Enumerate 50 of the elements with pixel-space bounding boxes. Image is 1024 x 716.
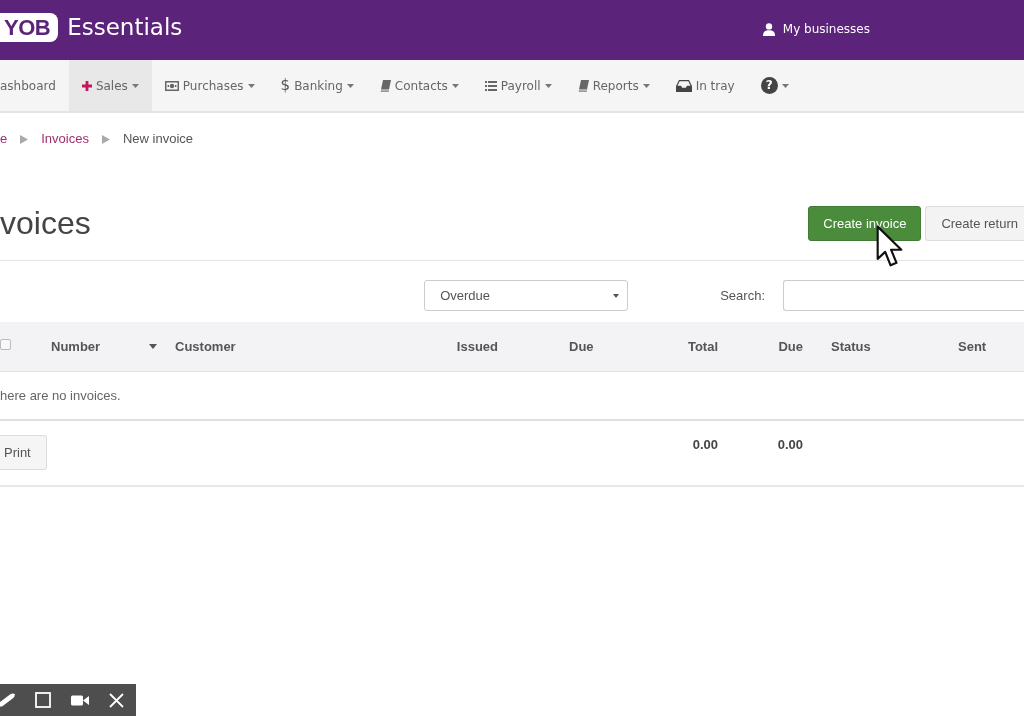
product-name: Essentials: [67, 14, 183, 40]
nav-menu-item[interactable]: Payroll: [471, 60, 565, 111]
search-field[interactable]: [783, 280, 1024, 311]
breadcrumb-link[interactable]: Invoices: [41, 131, 89, 147]
column-header[interactable]: Due: [778, 339, 803, 354]
book-icon: [379, 79, 391, 92]
action-button[interactable]: Create return: [925, 205, 1024, 241]
total-amount: 0.00: [777, 437, 803, 453]
column-header[interactable]: Customer: [175, 339, 236, 354]
select-all-checkbox[interactable]: [0, 339, 11, 350]
nav-menu-item[interactable]: Reports: [564, 60, 663, 111]
column-header[interactable]: Status: [831, 339, 871, 354]
help-icon: ?: [760, 77, 778, 94]
user-icon: [762, 22, 775, 36]
square-icon[interactable]: [35, 692, 51, 708]
breadcrumb-link[interactable]: e: [0, 131, 8, 147]
list-icon: [484, 80, 497, 91]
banknote-icon: [164, 80, 179, 91]
nav-menu-item[interactable]: ?: [747, 60, 802, 111]
nav-menu-item[interactable]: Contacts: [366, 60, 472, 111]
nav-menu-item[interactable]: ashboard: [0, 60, 69, 111]
close-icon[interactable]: [109, 692, 124, 708]
caret-icon: [613, 293, 620, 298]
nav-menu-item[interactable]: In tray: [662, 60, 748, 111]
logo: YOB: [0, 12, 59, 42]
column-header[interactable]: Issued: [456, 339, 498, 354]
print-button[interactable]: Print: [0, 435, 47, 470]
plus-icon: [81, 80, 92, 91]
pen-icon[interactable]: [0, 693, 15, 707]
separator-triangle-icon: [101, 134, 110, 144]
book-icon: [577, 79, 589, 92]
total-amount: 0.00: [692, 437, 718, 453]
separator-triangle-icon: [20, 134, 29, 144]
sort-caret-icon: [149, 344, 157, 349]
nav-menu-item[interactable]: Sales: [68, 60, 152, 111]
breadcrumb-current: New invoice: [122, 131, 194, 147]
column-header[interactable]: Due: [569, 339, 594, 354]
nav-menu-item[interactable]: $ Banking: [267, 60, 367, 111]
my-businesses-link[interactable]: My businesses: [762, 22, 870, 36]
search-label: Search:: [720, 288, 765, 303]
nav-menu-item[interactable]: Purchases: [151, 60, 268, 111]
status-select[interactable]: Overdue: [424, 280, 629, 311]
column-header[interactable]: Total: [687, 339, 718, 354]
page-title: voices: [0, 204, 91, 243]
inbox-tray-icon: [675, 79, 692, 92]
column-header[interactable]: Number: [51, 339, 157, 354]
empty-table-message: here are no invoices.: [0, 388, 121, 403]
video-camera-icon[interactable]: [71, 694, 89, 706]
column-header[interactable]: Sent: [958, 339, 987, 354]
dollar-icon: $: [280, 78, 291, 93]
